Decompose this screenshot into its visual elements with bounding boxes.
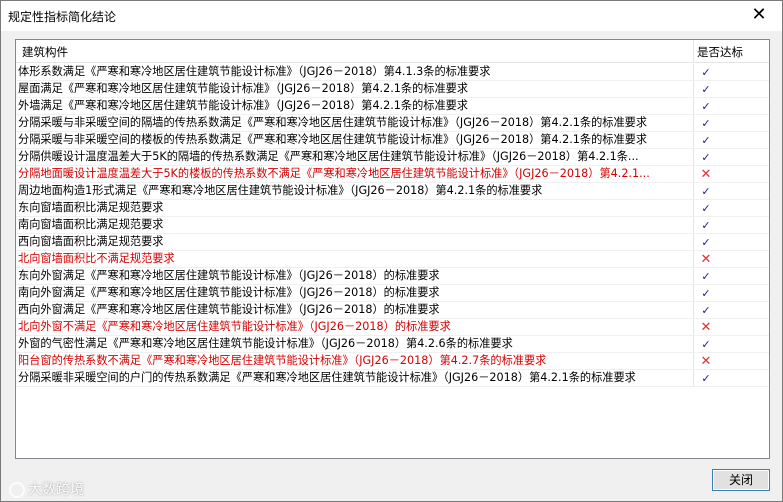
pass-check-icon: ✓ — [693, 285, 718, 301]
check-glyph: ✓ — [701, 372, 711, 385]
fail-cross-icon: ✕ — [693, 166, 718, 182]
row-component-text: 西向外窗满足《严寒和寒冷地区居住建筑节能设计标准》（JGJ26－2018）的标准… — [18, 303, 440, 316]
title-bar[interactable]: 规定性指标简化结论 ✕ — [1, 1, 782, 31]
pass-check-icon: ✓ — [693, 200, 718, 216]
check-glyph: ✓ — [701, 100, 711, 113]
check-glyph: ✓ — [701, 304, 711, 317]
check-glyph: ✓ — [701, 83, 711, 96]
check-glyph: ✓ — [701, 117, 711, 130]
row-component-text: 南向外窗满足《严寒和寒冷地区居住建筑节能设计标准》（JGJ26－2018）的标准… — [18, 286, 440, 299]
watermark-text: 大数跨境 — [28, 482, 84, 498]
watermark-logo-icon — [9, 482, 25, 498]
window-title: 规定性指标简化结论 — [8, 10, 117, 24]
check-glyph: ✓ — [701, 66, 711, 79]
row-component-text: 屋面满足《严寒和寒冷地区居住建筑节能设计标准》（JGJ26－2018）第4.2.… — [18, 82, 469, 95]
table-row[interactable]: 分隔采暖与非采暖空间的楼板的传热系数满足《严寒和寒冷地区居住建筑节能设计标准》（… — [16, 132, 769, 149]
pass-check-icon: ✓ — [693, 183, 718, 199]
table-row[interactable]: 分隔地面暖设计温度温差大于5K的楼板的传热系数不满足《严寒和寒冷地区居住建筑节能… — [16, 166, 769, 183]
table-row[interactable]: 西向窗墙面积比满足规范要求 ✓ — [16, 234, 769, 251]
row-component-text: 北向窗墙面积比不满足规范要求 — [18, 252, 175, 265]
pass-check-icon: ✓ — [693, 98, 718, 114]
check-glyph: ✓ — [701, 151, 711, 164]
table-row[interactable]: 西向外窗满足《严寒和寒冷地区居住建筑节能设计标准》（JGJ26－2018）的标准… — [16, 302, 769, 319]
fail-cross-icon: ✕ — [693, 319, 718, 335]
check-glyph: ✓ — [701, 270, 711, 283]
table-row[interactable]: 分隔采暖非采暖空间的户门的传热系数满足《严寒和寒冷地区居住建筑节能设计标准》（J… — [16, 370, 769, 387]
table-row[interactable]: 东向外窗满足《严寒和寒冷地区居住建筑节能设计标准》（JGJ26－2018）的标准… — [16, 268, 769, 285]
pass-check-icon: ✓ — [693, 149, 718, 165]
pass-check-icon: ✓ — [693, 64, 718, 80]
pass-check-icon: ✓ — [693, 217, 718, 233]
dialog-window: 规定性指标简化结论 ✕ 建筑构件 是否达标 体形系数满足《严寒和寒冷地区居住建筑… — [0, 0, 783, 502]
column-divider[interactable] — [693, 40, 694, 62]
check-glyph: ✓ — [701, 202, 711, 215]
check-glyph: ✓ — [701, 338, 711, 351]
row-component-text: 东向外窗满足《严寒和寒冷地区居住建筑节能设计标准》（JGJ26－2018）的标准… — [18, 269, 440, 282]
table-row[interactable]: 屋面满足《严寒和寒冷地区居住建筑节能设计标准》（JGJ26－2018）第4.2.… — [16, 81, 769, 98]
row-component-text: 外窗的气密性满足《严寒和寒冷地区居住建筑节能设计标准》（JGJ26－2018）第… — [18, 337, 513, 350]
close-button[interactable]: 关闭 — [712, 469, 770, 491]
pass-check-icon: ✓ — [693, 336, 718, 352]
list-rows: 体形系数满足《严寒和寒冷地区居住建筑节能设计标准》（JGJ26－2018）第4.… — [16, 64, 769, 387]
table-row[interactable]: 北向窗墙面积比不满足规范要求 ✕ — [16, 251, 769, 268]
check-glyph: ✓ — [701, 236, 711, 249]
table-row[interactable]: 外墙满足《严寒和寒冷地区居住建筑节能设计标准》（JGJ26－2018）第4.2.… — [16, 98, 769, 115]
row-component-text: 西向窗墙面积比满足规范要求 — [18, 235, 164, 248]
row-component-text: 外墙满足《严寒和寒冷地区居住建筑节能设计标准》（JGJ26－2018）第4.2.… — [18, 99, 469, 112]
cross-glyph: ✕ — [700, 167, 712, 182]
table-row[interactable]: 体形系数满足《严寒和寒冷地区居住建筑节能设计标准》（JGJ26－2018）第4.… — [16, 64, 769, 81]
pass-check-icon: ✓ — [693, 370, 718, 386]
table-row[interactable]: 南向外窗满足《严寒和寒冷地区居住建筑节能设计标准》（JGJ26－2018）的标准… — [16, 285, 769, 302]
row-component-text: 北向外窗不满足《严寒和寒冷地区居住建筑节能设计标准》（JGJ26－2018）的标… — [18, 320, 451, 333]
pass-check-icon: ✓ — [693, 302, 718, 318]
row-component-text: 分隔供暖设计温度温差大于5K的隔墙的传热系数满足《严寒和寒冷地区居住建筑节能设计… — [18, 150, 639, 163]
list-header: 建筑构件 是否达标 — [16, 40, 769, 63]
pass-check-icon: ✓ — [693, 268, 718, 284]
table-row[interactable]: 外窗的气密性满足《严寒和寒冷地区居住建筑节能设计标准》（JGJ26－2018）第… — [16, 336, 769, 353]
table-row[interactable]: 东向窗墙面积比满足规范要求 ✓ — [16, 200, 769, 217]
table-row[interactable]: 分隔采暖与非采暖空间的隔墙的传热系数满足《严寒和寒冷地区居住建筑节能设计标准》（… — [16, 115, 769, 132]
check-glyph: ✓ — [701, 134, 711, 147]
watermark: 大数跨境 — [9, 479, 84, 499]
close-icon[interactable]: ✕ — [748, 4, 770, 26]
fail-cross-icon: ✕ — [693, 251, 718, 267]
row-component-text: 分隔采暖非采暖空间的户门的传热系数满足《严寒和寒冷地区居住建筑节能设计标准》（J… — [18, 371, 636, 384]
pass-check-icon: ✓ — [693, 81, 718, 97]
row-component-text: 分隔采暖与非采暖空间的隔墙的传热系数满足《严寒和寒冷地区居住建筑节能设计标准》（… — [18, 116, 648, 129]
row-component-text: 分隔采暖与非采暖空间的楼板的传热系数满足《严寒和寒冷地区居住建筑节能设计标准》（… — [18, 133, 648, 146]
fail-cross-icon: ✕ — [693, 353, 718, 369]
column-header-component[interactable]: 建筑构件 — [22, 44, 68, 60]
row-component-text: 阳台窗的传热系数不满足《严寒和寒冷地区居住建筑节能设计标准》（JGJ26－201… — [18, 354, 547, 367]
result-list[interactable]: 建筑构件 是否达标 体形系数满足《严寒和寒冷地区居住建筑节能设计标准》（JGJ2… — [15, 39, 770, 459]
cross-glyph: ✕ — [700, 354, 712, 369]
table-row[interactable]: 周边地面构造1形式满足《严寒和寒冷地区居住建筑节能设计标准》（JGJ26－201… — [16, 183, 769, 200]
pass-check-icon: ✓ — [693, 234, 718, 250]
pass-check-icon: ✓ — [693, 132, 718, 148]
check-glyph: ✓ — [701, 287, 711, 300]
check-glyph: ✓ — [701, 185, 711, 198]
column-header-status[interactable]: 是否达标 — [697, 44, 743, 60]
row-component-text: 东向窗墙面积比满足规范要求 — [18, 201, 164, 214]
cross-glyph: ✕ — [700, 252, 712, 267]
table-row[interactable]: 阳台窗的传热系数不满足《严寒和寒冷地区居住建筑节能设计标准》（JGJ26－201… — [16, 353, 769, 370]
row-component-text: 南向窗墙面积比满足规范要求 — [18, 218, 164, 231]
table-row[interactable]: 北向外窗不满足《严寒和寒冷地区居住建筑节能设计标准》（JGJ26－2018）的标… — [16, 319, 769, 336]
table-row[interactable]: 南向窗墙面积比满足规范要求 ✓ — [16, 217, 769, 234]
row-component-text: 周边地面构造1形式满足《严寒和寒冷地区居住建筑节能设计标准》（JGJ26－201… — [18, 184, 543, 197]
table-row[interactable]: 分隔供暖设计温度温差大于5K的隔墙的传热系数满足《严寒和寒冷地区居住建筑节能设计… — [16, 149, 769, 166]
row-component-text: 分隔地面暖设计温度温差大于5K的楼板的传热系数不满足《严寒和寒冷地区居住建筑节能… — [18, 167, 650, 180]
pass-check-icon: ✓ — [693, 115, 718, 131]
row-component-text: 体形系数满足《严寒和寒冷地区居住建筑节能设计标准》（JGJ26－2018）第4.… — [18, 65, 491, 78]
cross-glyph: ✕ — [700, 320, 712, 335]
check-glyph: ✓ — [701, 219, 711, 232]
